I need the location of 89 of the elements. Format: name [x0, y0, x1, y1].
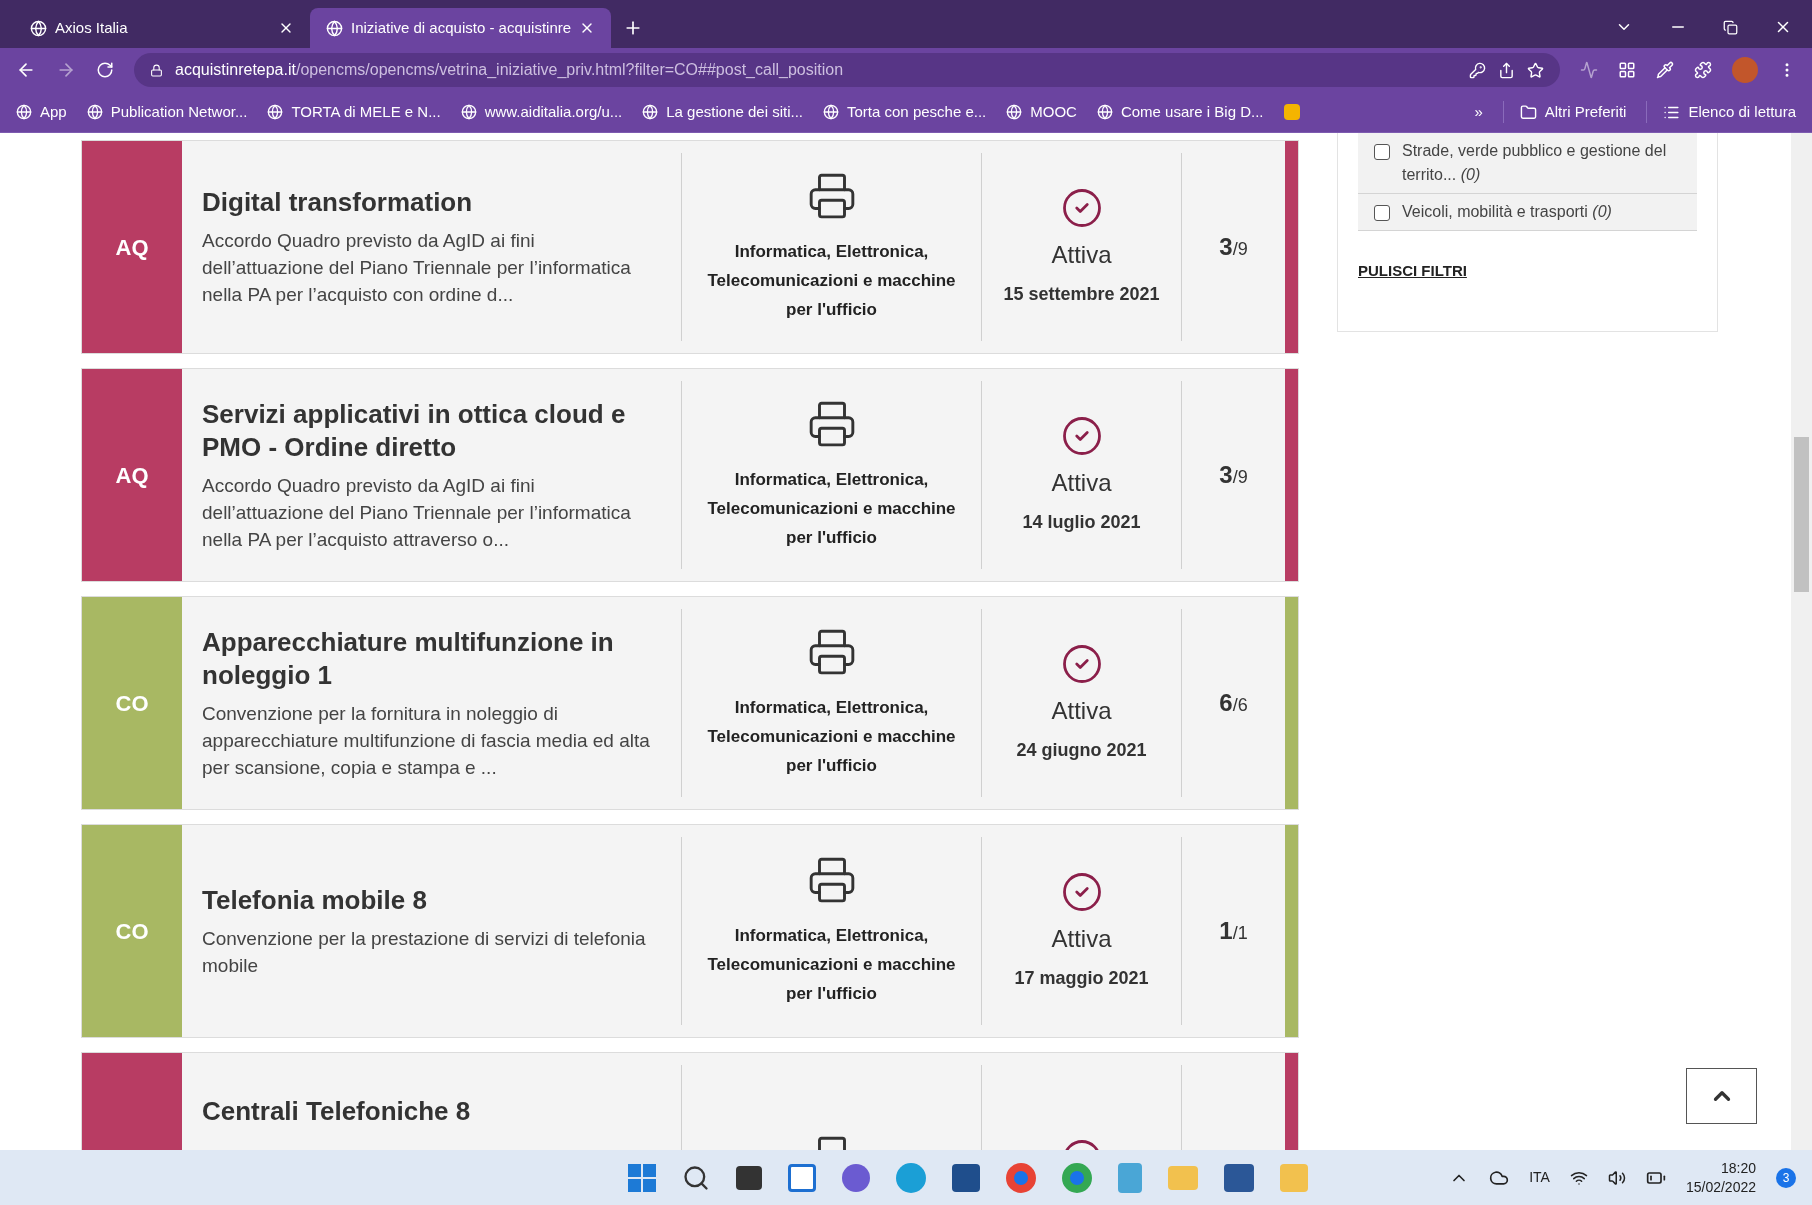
bookmark[interactable]: www.aiditalia.org/u... — [460, 100, 623, 124]
share-icon[interactable] — [1498, 61, 1515, 79]
lot-count: 1/1 — [1219, 916, 1248, 946]
check-circle-icon — [1060, 414, 1103, 457]
address-bar[interactable]: acquistinretepa.it/opencms/opencms/vetrina_iniziative_priv.html?filter=CO##post_call_position — [134, 53, 1560, 87]
check-circle-icon — [1060, 870, 1103, 913]
category-text: Informatica, Elettronica, Telecomunicazioni e macchine per l'ufficio — [706, 240, 957, 321]
globe-icon — [823, 104, 839, 120]
filter-label: Veicoli, mobilità e trasporti (0) — [1402, 202, 1612, 222]
lot-count: 3/9 — [1219, 232, 1248, 262]
type-badge: CO — [82, 825, 182, 1037]
lock-icon — [150, 63, 163, 77]
globe-icon — [30, 19, 47, 37]
card-title[interactable]: Servizi applicativi in ottica cloud e PMO - Ordine diretto — [202, 397, 661, 464]
globe-icon — [16, 104, 32, 120]
reload-icon[interactable] — [96, 61, 114, 79]
status-text: Attiva — [1051, 695, 1112, 726]
bookmark[interactable]: App — [16, 100, 67, 124]
bookmark[interactable]: Publication Networ... — [86, 100, 248, 124]
card-description: Convenzione per la fornitura in noleggio di apparecchiature multifunzione di fascia media ed alta per scansione, copia e stampa e ... — [202, 701, 651, 780]
key-icon[interactable] — [1469, 61, 1486, 79]
type-badge: AQ — [82, 141, 182, 353]
globe-icon — [460, 104, 477, 120]
card-title[interactable]: Digital transformation — [202, 186, 661, 219]
filter-option[interactable]: Strade, verde pubblico e gestione del territo... (0) — [1358, 133, 1697, 194]
filter-option[interactable]: Veicoli, mobilità e trasporti (0) — [1358, 194, 1697, 231]
url-text: acquistinretepa.it/opencms/opencms/vetrina_iniziative_priv.html?filter=CO##post_call_position — [175, 60, 845, 80]
status-text: Attiva — [1051, 923, 1112, 954]
card-title[interactable]: Telefonia mobile 8 — [202, 883, 661, 917]
type-badge: CO — [82, 597, 182, 809]
globe-icon — [642, 104, 659, 120]
reading-list[interactable]: Elenco di lettura — [1646, 100, 1796, 124]
language-indicator[interactable]: ITA — [1529, 1167, 1550, 1188]
type-badge: AQ — [82, 369, 182, 581]
initiative-card[interactable] — [81, 596, 1299, 810]
initiative-card[interactable] — [81, 368, 1299, 582]
card-title[interactable]: Centrali Telefoniche 8 — [202, 1095, 661, 1128]
bookmark[interactable]: La gestione dei siti... — [642, 100, 803, 124]
bookmark[interactable]: Come usare i Big D... — [1096, 100, 1264, 124]
initiative-card[interactable] — [81, 140, 1299, 354]
browser-tab[interactable]: Axios Italia — [14, 8, 310, 48]
checkbox[interactable] — [1374, 144, 1390, 160]
lot-count: 6/6 — [1219, 688, 1248, 718]
globe-icon — [1006, 104, 1023, 120]
bookmark[interactable]: MOOC — [1006, 100, 1077, 124]
filter-label: Strade, verde pubblico e gestione del territo... (0) — [1402, 141, 1668, 185]
card-description: Convenzione per la prestazione di servizi di telefonia mobile — [202, 926, 647, 978]
volume-icon[interactable] — [1607, 1168, 1626, 1187]
category-text: Informatica, Elettronica, Telecomunicazioni e macchine per l'ufficio — [706, 468, 957, 549]
lot-count: 3/9 — [1219, 460, 1248, 490]
back-to-top-button[interactable] — [1686, 1068, 1757, 1124]
scrollbar[interactable] — [1791, 133, 1812, 1150]
bookmark-folder[interactable]: Altri Preferiti — [1502, 100, 1627, 124]
more-bookmarks[interactable]: » — [1474, 100, 1483, 124]
tab-title: Axios Italia — [55, 17, 129, 38]
date-text: 17 maggio 2021 — [1014, 966, 1149, 990]
date-text: 15 settembre 2021 — [1003, 282, 1160, 306]
date-text: 24 giugno 2021 — [1016, 738, 1147, 762]
globe-icon — [267, 104, 284, 120]
check-circle-icon — [1060, 186, 1103, 229]
bookmark[interactable]: TORTA di MELE e N... — [267, 100, 441, 124]
bookmark[interactable]: Torta con pesche e... — [823, 100, 987, 124]
restore-icon[interactable] — [1723, 19, 1738, 35]
puzzle-icon[interactable] — [1694, 61, 1712, 79]
pipette-icon[interactable] — [1656, 61, 1674, 79]
start-icon[interactable] — [627, 1163, 656, 1192]
globe-icon — [1096, 104, 1113, 120]
status-text: Attiva — [1051, 467, 1112, 498]
card-description: Accordo Quadro previsto da AgID ai fini dell’attuazione del Piano Triennale per l’informatica nella PA per l’acquisto con ordine d... — [202, 229, 632, 307]
clear-filters-link[interactable]: PULISCI FILTRI — [1358, 262, 1467, 279]
extension-icon[interactable] — [1618, 61, 1636, 79]
tab-title: Iniziative di acquisto - acquistinre — [351, 17, 572, 38]
card-title[interactable]: Apparecchiature multifunzione in noleggio 1 — [202, 625, 661, 692]
initiative-card[interactable]: CO Telefonia mobile 8 Convenzione per la prestazione di servizi di telefonia mobile Informatica, Elettronica, Telecomunicazioni e macchine per l'ufficio Attiva 17 maggio 2021 1/1 — [81, 824, 1299, 1038]
date-text: 14 luglio 2021 — [1022, 510, 1141, 534]
status-text: Attiva — [1051, 239, 1112, 270]
checkbox[interactable] — [1374, 205, 1390, 221]
check-circle-icon — [1060, 642, 1103, 685]
card-description: Accordo Quadro previsto da AgID ai fini dell’attuazione del Piano Triennale per l’informatica nella PA per l’acquisto attraverso o... — [202, 473, 632, 552]
globe-icon — [86, 104, 103, 120]
category-text: Informatica, Elettronica, Telecomunicazioni e macchine per l'ufficio — [706, 924, 957, 1005]
star-icon[interactable] — [1527, 61, 1544, 79]
clock[interactable]: 18:20 15/02/2022 — [1685, 1158, 1756, 1197]
globe-icon — [326, 19, 343, 37]
search-icon[interactable] — [681, 1163, 710, 1192]
browser-tab[interactable]: Iniziative di acquisto - acquistinre — [310, 8, 612, 48]
notification-badge[interactable]: 3 — [1776, 1167, 1796, 1188]
initiative-card[interactable]: Centrali Telefoniche 8 — [81, 1052, 1299, 1150]
category-text: Informatica, Elettronica, Telecomunicazioni e macchine per l'ufficio — [706, 696, 957, 777]
